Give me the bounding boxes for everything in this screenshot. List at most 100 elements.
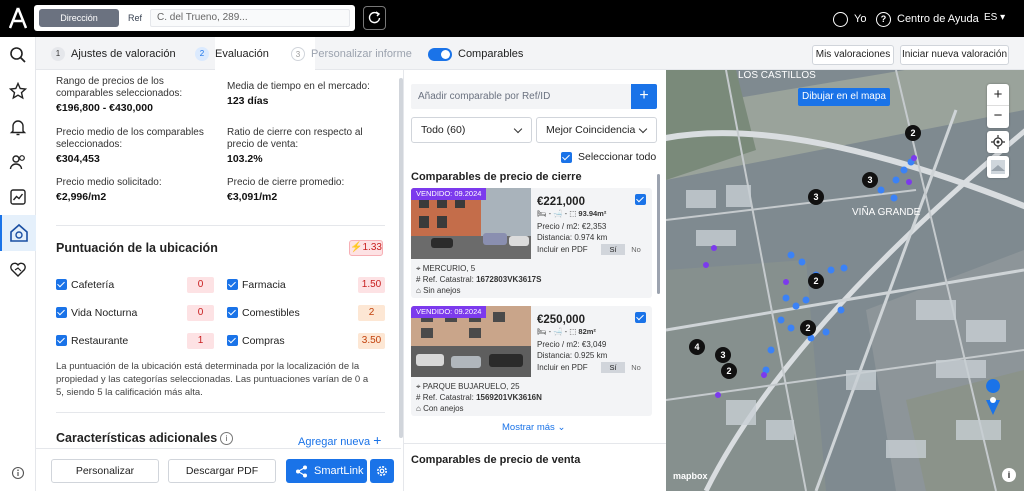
tab-customize-report[interactable]: 3 Personalizar informe	[291, 45, 412, 63]
include-pdf-no[interactable]: No	[625, 244, 647, 255]
location-pin-icon: ⌖	[416, 264, 421, 273]
divider	[404, 443, 666, 444]
sidebar-item-search[interactable]	[0, 37, 36, 73]
search-mode-ref[interactable]: Ref	[123, 9, 147, 27]
category-label: Restaurante	[71, 335, 129, 347]
category-score: 0	[187, 277, 214, 293]
include-pdf-no[interactable]: No	[625, 362, 647, 373]
select-all-label: Seleccionar todo	[578, 151, 657, 163]
category-checkbox[interactable]	[227, 335, 238, 346]
select-all-checkbox[interactable]	[561, 151, 572, 163]
category-checkbox[interactable]	[56, 279, 67, 290]
top-bar: Dirección Ref C. del Trueno, 289... Yo ?…	[0, 0, 1024, 37]
logo-icon[interactable]	[9, 7, 27, 29]
zoom-controls: + −	[987, 84, 1009, 128]
tab-evaluation[interactable]: 2 Evaluación	[195, 45, 269, 63]
show-more-button[interactable]: Mostrar más ⌄	[502, 422, 565, 433]
new-valuation-button[interactable]: Iniciar nueva valoración	[900, 45, 1009, 65]
locate-button[interactable]	[987, 131, 1009, 153]
location-score-note: La puntuación de la ubicación está deter…	[56, 361, 369, 398]
tab-adjustments[interactable]: 1 Ajustes de valoración	[51, 45, 176, 63]
zoom-out-button[interactable]: −	[987, 106, 1009, 128]
category-label: Vida Nocturna	[71, 307, 138, 319]
sidebar-item-partners[interactable]	[0, 251, 36, 287]
add-feature-button[interactable]: Agregar nueva +	[298, 432, 381, 448]
comparable-card[interactable]: VENDIDO: 09.2024 €250,000 🛏 - 🛁 - ⬚ 82m²…	[411, 306, 652, 416]
map-cluster-count: 2	[805, 323, 810, 333]
smartlink-button[interactable]: SmartLink	[286, 459, 367, 483]
evaluation-panel: Rango de precios de los comparables sele…	[36, 70, 401, 491]
sidebar-item-valuation[interactable]	[0, 215, 36, 251]
category-checkbox[interactable]	[56, 335, 67, 346]
sidebar-item-info[interactable]	[0, 455, 36, 491]
language-select[interactable]: ES ▾	[984, 12, 1005, 23]
sidebar-item-users[interactable]	[0, 144, 36, 180]
category-score: 3.50	[358, 333, 385, 349]
info-icon[interactable]: i	[220, 432, 233, 445]
sort-select[interactable]: Mejor Coincidencia	[536, 117, 657, 143]
property-photo: VENDIDO: 09.2024	[411, 188, 531, 259]
closing-price-label: Precio de cierre promedio:	[227, 177, 345, 188]
star-icon	[9, 82, 27, 100]
sidebar-item-notifications[interactable]	[0, 109, 36, 145]
street-text: MERCURIO, 5	[422, 264, 476, 273]
close-ratio-value: 103.2%	[227, 153, 263, 165]
download-pdf-button[interactable]: Descargar PDF	[168, 459, 276, 483]
bed-icon: 🛏	[537, 209, 547, 218]
home-valuation-icon	[10, 223, 28, 242]
search-mode-address[interactable]: Dirección	[39, 9, 119, 27]
bath-icon: 🛁	[553, 327, 563, 336]
user-menu[interactable]: Yo	[833, 11, 866, 27]
help-center-link[interactable]: ? Centro de Ayuda	[876, 11, 979, 27]
map-info-button[interactable]: i	[1002, 468, 1016, 482]
comparable-checkbox[interactable]	[635, 312, 646, 323]
comparable-checkbox[interactable]	[635, 194, 646, 205]
plus-icon: +	[639, 87, 649, 104]
include-pdf-yes[interactable]: Sí	[601, 244, 625, 255]
map-place-label: VIÑA GRANDE	[852, 205, 921, 218]
comparable-cadastral: # Ref. Catastral: 1569201VK3616N	[416, 393, 542, 402]
my-valuations-button[interactable]: Mis valoraciones	[812, 45, 894, 65]
category-score: 0	[187, 305, 214, 321]
step-number: 2	[195, 47, 209, 61]
comparable-price: €250,000	[537, 314, 585, 326]
comparables-panel: Añadir comparable por Ref/ID + Todo (60)…	[403, 70, 666, 491]
sidebar-item-analytics[interactable]	[0, 179, 36, 215]
zoom-in-button[interactable]: +	[987, 84, 1009, 106]
map-cluster-count: 3	[867, 175, 872, 185]
gear-icon	[377, 466, 387, 476]
include-pdf-yes[interactable]: Sí	[601, 362, 625, 373]
draw-on-map-button[interactable]: Dibujar en el mapa	[798, 88, 890, 106]
asked-price-stat: Precio medio solicitado: €2,996/m2	[56, 177, 216, 203]
avg-price-label: Precio medio de los comparables seleccio…	[56, 127, 204, 150]
address-input[interactable]: C. del Trueno, 289...	[150, 9, 350, 27]
area-icon: ⬚	[569, 327, 577, 336]
avg-price-value: €304,453	[56, 153, 100, 165]
category-checkbox[interactable]	[56, 307, 67, 318]
personalize-button[interactable]: Personalizar	[51, 459, 159, 483]
house-icon: ⌂	[416, 404, 421, 413]
map-style-button[interactable]	[987, 156, 1009, 178]
map-cluster-count: 2	[726, 366, 731, 376]
add-comparable-button[interactable]: +	[631, 84, 657, 109]
sold-badge: VENDIDO: 09.2024	[411, 188, 487, 200]
comparable-street: ⌖ MERCURIO, 5	[416, 264, 475, 274]
sidebar-item-favorites[interactable]	[0, 73, 36, 109]
filter-select[interactable]: Todo (60)	[411, 117, 532, 143]
category-checkbox[interactable]	[227, 279, 238, 290]
price-range-stat: Rango de precios de los comparables sele…	[56, 76, 216, 114]
category-checkbox[interactable]	[227, 307, 238, 318]
refresh-button[interactable]	[363, 6, 386, 30]
category-score: 1	[187, 333, 214, 349]
comparable-card[interactable]: VENDIDO: 09.2024 €221,000 🛏 - 🛁 - ⬚ 93.9…	[411, 188, 652, 298]
language-label: ES	[984, 12, 998, 23]
smartlink-settings-button[interactable]	[370, 459, 394, 483]
scrollbar[interactable]	[657, 174, 660, 294]
users-icon	[9, 155, 25, 170]
select-all[interactable]: Seleccionar todo	[561, 151, 656, 163]
comparables-toggle[interactable]	[428, 48, 452, 61]
add-comparable-input[interactable]: Añadir comparable por Ref/ID	[411, 84, 631, 109]
map-view[interactable]: LOS CASTILLOS VIÑA GRANDE 2 3 3 2 2 4 3 …	[666, 70, 1024, 491]
sale-price-section-title: Comparables de precio de venta	[411, 454, 581, 466]
step-label: Ajustes de valoración	[71, 48, 176, 60]
